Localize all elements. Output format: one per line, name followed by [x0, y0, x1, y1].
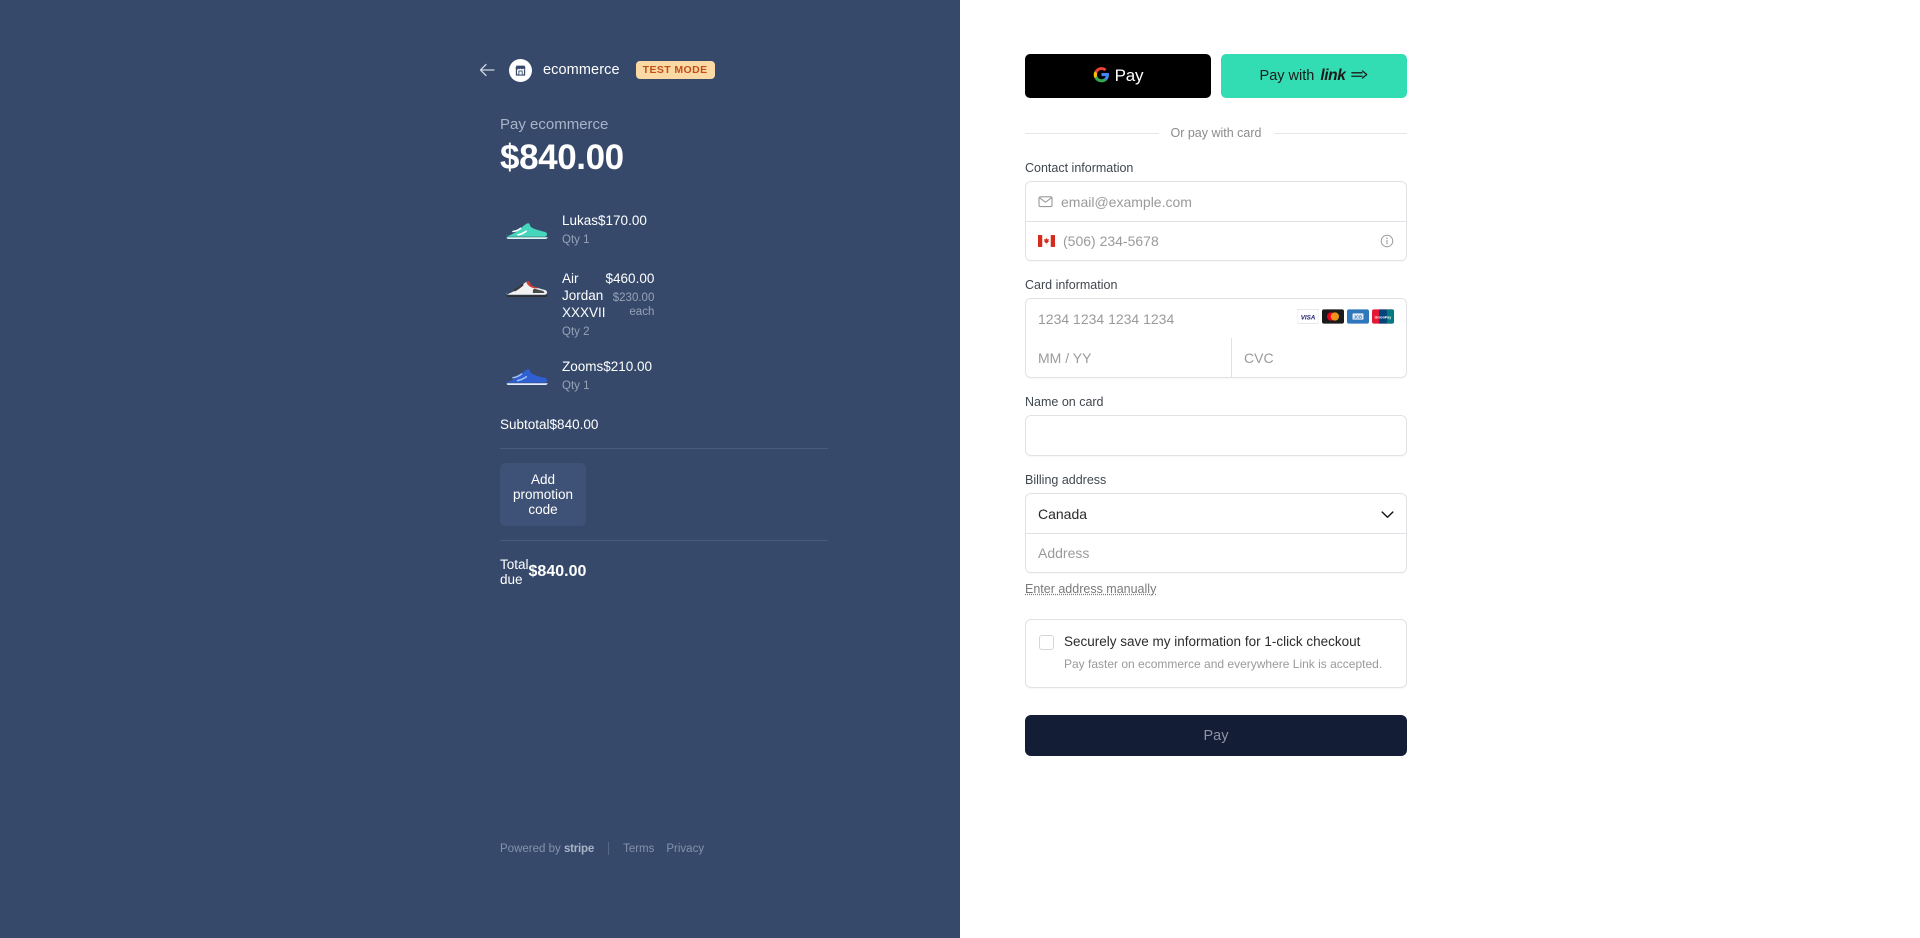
total-due-label: Total due — [500, 557, 529, 587]
envelope-icon — [1038, 195, 1053, 208]
privacy-link[interactable]: Privacy — [666, 843, 704, 855]
contact-information-section: Contact information — [1025, 161, 1407, 261]
item-qty: Qty 2 — [562, 326, 590, 338]
chevron-down-icon — [1381, 506, 1394, 522]
save-information-subtitle: Pay faster on ecommerce and everywhere L… — [1064, 657, 1383, 671]
totals-section: Subtotal $840.00 Add promotion code Tota… — [0, 415, 828, 589]
footer: Powered by stripe Terms Privacy — [0, 842, 716, 938]
card-number-row[interactable]: VISA — [1026, 299, 1406, 338]
contact-fields — [1025, 181, 1407, 261]
enter-address-manually-link[interactable]: Enter address manually — [1025, 582, 1156, 596]
pay-button[interactable]: Pay — [1025, 715, 1407, 756]
powered-by-stripe: Powered by stripe — [500, 842, 595, 855]
test-mode-badge: TEST MODE — [635, 61, 715, 79]
total-due-value: $840.00 — [528, 563, 587, 580]
divider-line — [1273, 132, 1408, 134]
phone-field[interactable] — [1063, 222, 1380, 260]
contact-information-label: Contact information — [1025, 161, 1134, 175]
merchant-header: ecommerce TEST MODE — [0, 55, 960, 85]
google-pay-label: Pay — [1114, 66, 1144, 85]
google-pay-button[interactable]: Pay — [1025, 54, 1211, 98]
link-wordmark: link — [1320, 67, 1346, 84]
item-qty: Qty 1 — [562, 380, 590, 392]
info-circle-icon[interactable] — [1380, 234, 1394, 248]
country-select[interactable]: Canada — [1026, 494, 1406, 533]
address-row[interactable] — [1026, 533, 1406, 572]
add-promotion-code-button[interactable]: Add promotion code — [500, 463, 587, 526]
svg-text:JCB: JCB — [1354, 314, 1362, 319]
name-on-card-group — [1025, 415, 1407, 456]
item-name: Lukas — [562, 213, 599, 228]
google-g-icon — [1093, 66, 1110, 86]
address-field[interactable] — [1038, 534, 1394, 572]
item-price: $460.00 — [605, 271, 655, 286]
pay-with-link-button[interactable]: Pay with link — [1221, 54, 1407, 98]
checkout-page: ecommerce TEST MODE Pay ecommerce $840.0… — [0, 0, 1920, 938]
terms-link[interactable]: Terms — [623, 843, 654, 855]
amex-icon: JCB — [1347, 308, 1369, 329]
back-arrow-icon[interactable] — [478, 61, 496, 79]
or-divider: Or pay with card — [1025, 126, 1408, 140]
card-information-section: Card information VISA — [1025, 278, 1407, 378]
item-name: Zooms — [562, 359, 604, 374]
card-cvc-row[interactable]: 123 — [1231, 338, 1406, 377]
item-unit-price: $230.00 each — [612, 292, 655, 318]
save-information-checkbox[interactable] — [1039, 635, 1054, 650]
card-cvc-field[interactable] — [1244, 338, 1406, 377]
card-expiry-row[interactable] — [1026, 338, 1231, 377]
card-expiry-cvc-row: 123 — [1026, 338, 1406, 377]
card-expiry-field[interactable] — [1038, 338, 1219, 377]
billing-address-label: Billing address — [1025, 473, 1107, 487]
name-on-card-section: Name on card — [1025, 395, 1407, 456]
card-number-field[interactable] — [1038, 299, 1297, 338]
item-price: $170.00 — [598, 213, 647, 228]
card-brand-icons: VISA JCB UnionPay — [1296, 308, 1394, 329]
card-fields: VISA — [1025, 298, 1407, 378]
merchant-name: ecommerce — [543, 62, 620, 78]
email-field-row[interactable] — [1026, 182, 1406, 221]
country-value: Canada — [1038, 505, 1088, 522]
footer-separator — [608, 842, 610, 855]
unionpay-icon: UnionPay — [1372, 308, 1394, 329]
svg-text:UnionPay: UnionPay — [1375, 315, 1392, 319]
name-on-card-row[interactable] — [1026, 416, 1406, 455]
save-information-box[interactable]: Securely save my information for 1-click… — [1025, 619, 1407, 688]
phone-field-row[interactable] — [1026, 221, 1406, 260]
pay-label: Pay ecommerce — [500, 116, 609, 133]
order-summary-panel: ecommerce TEST MODE Pay ecommerce $840.0… — [0, 0, 960, 938]
svg-text:VISA: VISA — [1301, 314, 1316, 321]
save-information-title: Securely save my information for 1-click… — [1064, 634, 1361, 649]
item-price: $210.00 — [603, 359, 653, 374]
payment-form-panel: Pay Pay with link Or pay with card Conta… — [960, 0, 1920, 938]
name-on-card-field[interactable] — [1038, 416, 1394, 455]
canada-flag-icon — [1038, 235, 1055, 247]
divider — [500, 448, 828, 449]
store-icon — [509, 58, 532, 82]
name-on-card-label: Name on card — [1025, 395, 1104, 409]
item-qty: Qty 1 — [562, 234, 590, 246]
divider-line — [1025, 132, 1159, 134]
sneaker-white-red-icon — [500, 269, 552, 307]
or-pay-with-card-label: Or pay with card — [1170, 126, 1262, 140]
double-arrow-icon — [1351, 68, 1368, 84]
card-information-label: Card information — [1025, 278, 1118, 292]
pay-with-link-prefix: Pay with — [1259, 68, 1315, 84]
billing-address-section: Billing address Canada Enter add — [1025, 473, 1407, 598]
email-field[interactable] — [1061, 182, 1394, 221]
wallet-buttons: Pay Pay with link — [1025, 54, 1407, 98]
subtotal-value: $840.00 — [549, 417, 599, 432]
line-items-list: Lukas Qty 1 $170.00 Air Jordan XXXVII Qt… — [0, 211, 654, 397]
mastercard-icon — [1322, 308, 1344, 329]
sneaker-blue-icon — [500, 357, 552, 395]
pay-amount: $840.00 — [500, 138, 624, 177]
visa-icon: VISA — [1296, 308, 1320, 329]
billing-address-group: Canada — [1025, 493, 1407, 573]
item-name: Air Jordan XXXVII — [562, 271, 606, 320]
subtotal-label: Subtotal — [500, 417, 550, 432]
divider — [500, 540, 828, 541]
sneaker-teal-icon — [500, 211, 552, 249]
